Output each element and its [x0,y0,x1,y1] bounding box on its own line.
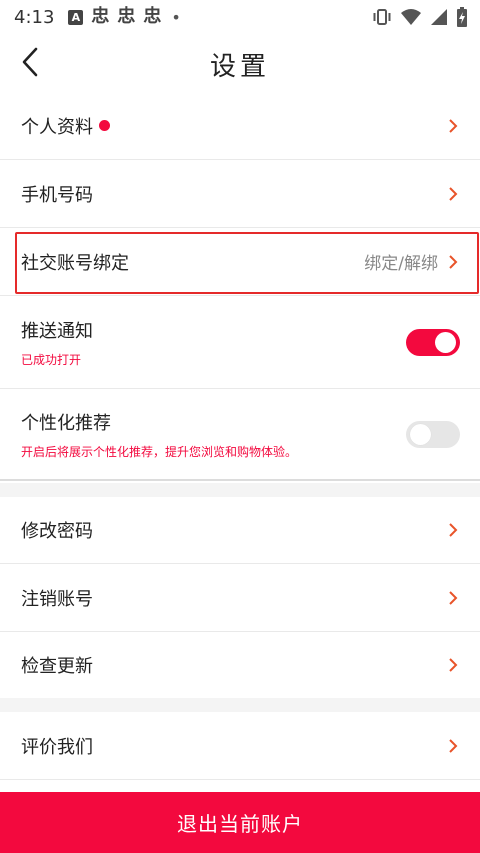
section-divider [0,698,480,712]
social-binding-label: 社交账号绑定 [21,252,129,274]
profile-row[interactable]: 个人资料 [0,92,480,160]
status-bar: 4:13 A 忠 忠 忠 • [0,0,480,34]
phone-label: 手机号码 [21,184,93,206]
a-badge-icon: A [68,9,84,25]
status-time: 4:13 [14,6,55,28]
phone-row[interactable]: 手机号码 [0,160,480,228]
chevron-right-icon [446,657,460,673]
logout-button[interactable]: 退出当前账户 [0,792,480,853]
more-notifications-dot: • [171,7,181,27]
toggle-knob [435,331,456,353]
chevron-right-icon [446,522,460,538]
chevron-right-icon [446,254,460,270]
chevron-right-icon [446,186,460,202]
personalized-recommendation-label: 个性化推荐 [21,412,111,434]
rate-us-row[interactable]: 评价我们 [0,712,480,780]
app-notification-icon: 忠 [143,6,162,27]
push-notification-row: 推送通知 已成功打开 [0,296,480,389]
page-title: 设置 [209,52,270,82]
social-binding-row[interactable]: 社交账号绑定 绑定/解绑 [0,228,480,296]
social-binding-value: 绑定/解绑 [364,254,438,274]
push-notification-toggle[interactable] [406,328,460,356]
change-password-row[interactable]: 修改密码 [0,497,480,564]
check-update-row[interactable]: 检查更新 [0,632,480,698]
vibrate-icon [373,9,391,25]
check-update-label: 检查更新 [21,656,93,677]
profile-label: 个人资料 [21,116,93,138]
personalized-recommendation-row: 个性化推荐 开启后将展示个性化推荐，提升您浏览和购物体验。 [0,389,480,481]
signal-icon [431,9,447,25]
chevron-right-icon [446,118,460,134]
unread-dot-icon [99,120,110,131]
cancel-account-row[interactable]: 注销账号 [0,564,480,632]
battery-icon [457,7,467,27]
rate-us-label: 评价我们 [21,736,93,758]
push-notification-status: 已成功打开 [21,352,82,367]
push-notification-label: 推送通知 [21,320,93,342]
chevron-right-icon [446,738,460,754]
chevron-right-icon [446,590,460,606]
personalized-recommendation-text: 个性化推荐 开启后将展示个性化推荐，提升您浏览和购物体验。 [21,409,297,460]
app-notification-icon: 忠 [91,6,110,27]
personalized-recommendation-hint: 开启后将展示个性化推荐，提升您浏览和购物体验。 [21,444,298,459]
wifi-icon [401,9,421,25]
toggle-knob [410,423,431,445]
change-password-label: 修改密码 [21,521,93,542]
app-notification-icon: 忠 [117,6,136,27]
cancel-account-label: 注销账号 [21,588,93,610]
system-icons [372,7,468,27]
header: 设置 [0,34,480,92]
notification-icons: A 忠 忠 忠 • [68,6,181,27]
personalized-recommendation-toggle[interactable] [406,420,460,448]
section-divider [0,483,480,497]
push-notification-text: 推送通知 已成功打开 [21,317,93,368]
